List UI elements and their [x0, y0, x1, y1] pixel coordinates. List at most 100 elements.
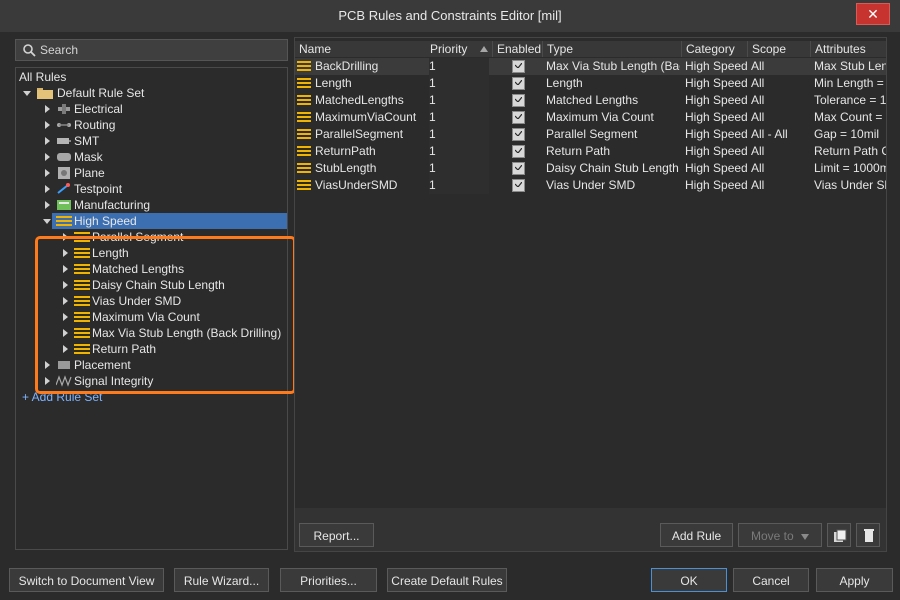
expand-right-icon[interactable]	[43, 105, 51, 113]
cell-scope: All	[751, 161, 765, 175]
enabled-checkbox[interactable]	[512, 128, 525, 141]
rule-icon	[297, 78, 311, 88]
tree-item-manufacturing[interactable]: Manufacturing	[16, 197, 287, 213]
col-attributes[interactable]: Attributes	[811, 41, 886, 57]
dialog-footer: Switch to Document View Rule Wizard... P…	[0, 562, 900, 600]
expand-right-icon[interactable]	[61, 281, 69, 289]
tree-item-return-path[interactable]: Return Path	[16, 341, 287, 357]
report-button[interactable]: Report...	[299, 523, 374, 547]
tree-item-routing[interactable]: Routing	[16, 117, 287, 133]
plane-icon	[58, 167, 70, 179]
expand-right-icon[interactable]	[43, 137, 51, 145]
move-to-button[interactable]: Move to	[738, 523, 822, 547]
rule-icon	[74, 296, 90, 306]
table-row[interactable]: MatchedLengths 1 Matched Lengths High Sp…	[295, 92, 886, 109]
expand-right-icon[interactable]	[43, 377, 51, 385]
expand-down-icon[interactable]	[23, 89, 31, 97]
col-type[interactable]: Type	[543, 41, 682, 57]
close-button[interactable]: ✕	[856, 3, 890, 25]
enabled-checkbox[interactable]	[512, 60, 525, 73]
tree-item-placement[interactable]: Placement	[16, 357, 287, 373]
tree-item-vias-under-smd[interactable]: Vias Under SMD	[16, 293, 287, 309]
add-rule-set-link[interactable]: + Add Rule Set	[22, 389, 102, 405]
testpoint-icon	[57, 183, 70, 194]
tree-item-label: High Speed	[74, 214, 137, 228]
expand-right-icon[interactable]	[43, 201, 51, 209]
col-scope[interactable]: Scope	[748, 41, 811, 57]
cell-type: Daisy Chain Stub Length	[546, 161, 679, 175]
priorities-button[interactable]: Priorities...	[280, 568, 377, 592]
tree-item-matched-lengths[interactable]: Matched Lengths	[16, 261, 287, 277]
table-row[interactable]: StubLength 1 Daisy Chain Stub Length Hig…	[295, 160, 886, 177]
apply-button[interactable]: Apply	[816, 568, 893, 592]
delete-rule-button[interactable]	[856, 523, 880, 547]
tree-item-max-via-stub-length[interactable]: Max Via Stub Length (Back Drilling)	[16, 325, 287, 341]
table-row[interactable]: Length 1 Length High Speed All Min Lengt…	[295, 75, 886, 92]
expand-right-icon[interactable]	[61, 345, 69, 353]
tree-item-all-rules[interactable]: All Rules	[19, 69, 66, 85]
tree-item-signal-integrity[interactable]: Signal Integrity	[16, 373, 287, 389]
enabled-checkbox[interactable]	[512, 111, 525, 124]
tree-item-default-rule-set[interactable]: Default Rule Set	[16, 85, 287, 101]
add-rule-button[interactable]: Add Rule	[660, 523, 733, 547]
enabled-checkbox[interactable]	[512, 94, 525, 107]
table-row[interactable]: ParallelSegment 1 Parallel Segment High …	[295, 126, 886, 143]
cancel-button[interactable]: Cancel	[733, 568, 809, 592]
enabled-checkbox[interactable]	[512, 77, 525, 90]
expand-right-icon[interactable]	[43, 361, 51, 369]
grid-toolbar: Report... Add Rule Move to	[295, 518, 886, 551]
tree-item-smt[interactable]: SMT	[16, 133, 287, 149]
enabled-checkbox[interactable]	[512, 179, 525, 192]
table-row[interactable]: ReturnPath 1 Return Path High Speed All …	[295, 143, 886, 160]
expand-right-icon[interactable]	[61, 233, 69, 241]
expand-right-icon[interactable]	[61, 297, 69, 305]
col-enabled[interactable]: Enabled	[493, 41, 543, 57]
rule-icon	[74, 328, 90, 338]
expand-right-icon[interactable]	[43, 169, 51, 177]
rule-icon	[74, 344, 90, 354]
rule-icon	[297, 163, 311, 173]
cell-category: High Speed	[685, 76, 747, 90]
create-default-rules-button[interactable]: Create Default Rules	[387, 568, 507, 592]
title-bar: PCB Rules and Constraints Editor [mil] ✕	[0, 0, 900, 32]
expand-right-icon[interactable]	[61, 265, 69, 273]
table-row[interactable]: MaximumViaCount 1 Maximum Via Count High…	[295, 109, 886, 126]
folder-icon	[37, 88, 53, 99]
enabled-checkbox[interactable]	[512, 162, 525, 175]
copy-rule-button[interactable]	[827, 523, 851, 547]
expand-right-icon[interactable]	[43, 185, 51, 193]
expand-right-icon[interactable]	[43, 153, 51, 161]
window-title: PCB Rules and Constraints Editor [mil]	[338, 8, 562, 23]
expand-right-icon[interactable]	[61, 249, 69, 257]
switch-to-document-view-button[interactable]: Switch to Document View	[9, 568, 164, 592]
tree-item-daisy-chain-stub-length[interactable]: Daisy Chain Stub Length	[16, 277, 287, 293]
col-name[interactable]: Name	[295, 41, 427, 57]
expand-down-icon[interactable]	[43, 217, 51, 225]
tree-item-label: Vias Under SMD	[92, 294, 182, 308]
col-category[interactable]: Category	[682, 41, 748, 57]
tree-item-plane[interactable]: Plane	[16, 165, 287, 181]
rules-grid-panel: Name Priority Enabled Type Category Scop…	[294, 37, 887, 552]
ok-button[interactable]: OK	[651, 568, 727, 592]
tree-item-testpoint[interactable]: Testpoint	[16, 181, 287, 197]
expand-right-icon[interactable]	[43, 121, 51, 129]
expand-right-icon[interactable]	[61, 313, 69, 321]
expand-right-icon[interactable]	[61, 329, 69, 337]
cell-name: Length	[315, 76, 352, 90]
cell-category: High Speed	[685, 144, 747, 158]
enabled-checkbox[interactable]	[512, 145, 525, 158]
tree-item-length[interactable]: Length	[16, 245, 287, 261]
check-icon	[515, 63, 522, 68]
tree-item-high-speed[interactable]: High Speed	[16, 213, 287, 229]
rule-wizard-button[interactable]: Rule Wizard...	[174, 568, 269, 592]
search-input[interactable]: Search	[15, 39, 288, 61]
cell-priority: 1	[429, 126, 489, 143]
table-row[interactable]: ViasUnderSMD 1 Vias Under SMD High Speed…	[295, 177, 886, 194]
tree-item-maximum-via-count[interactable]: Maximum Via Count	[16, 309, 287, 325]
tree-item-mask[interactable]: Mask	[16, 149, 287, 165]
tree-item-parallel-segment[interactable]: Parallel Segment	[16, 229, 287, 245]
tree-item-label: Plane	[74, 166, 105, 180]
table-row[interactable]: BackDrilling 1 Max Via Stub Length (Back…	[295, 58, 886, 75]
tree-item-electrical[interactable]: Electrical	[16, 101, 287, 117]
col-priority[interactable]: Priority	[426, 41, 493, 57]
